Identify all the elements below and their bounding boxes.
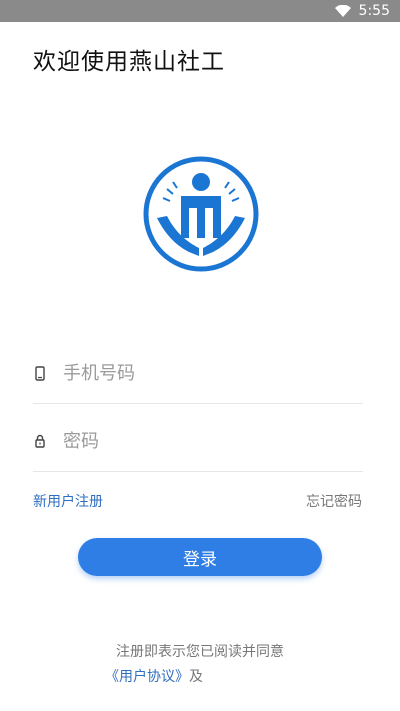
status-time: 5:55 [358,3,390,19]
login-button[interactable]: 登录 [78,538,322,576]
phone-input[interactable] [63,362,363,384]
status-bar: 5:55 [0,0,400,22]
app-logo [143,156,259,272]
lock-icon [33,433,47,449]
password-field[interactable] [33,411,363,472]
forgot-password-link[interactable]: 忘记密码 [306,491,362,511]
agreement-and-text: 及 [189,669,203,685]
agreement-text: 注册即表示您已阅读并同意 [116,644,284,660]
password-input[interactable] [63,430,363,452]
user-agreement-link[interactable]: 《用户协议》 [105,669,189,685]
welcome-title: 欢迎使用燕山社工 [33,49,225,75]
register-link[interactable]: 新用户注册 [33,491,103,511]
agreement-links: 《用户协议》及 [105,666,203,686]
phone-field[interactable] [33,343,363,404]
wifi-icon [334,5,351,17]
phone-icon [33,365,47,381]
